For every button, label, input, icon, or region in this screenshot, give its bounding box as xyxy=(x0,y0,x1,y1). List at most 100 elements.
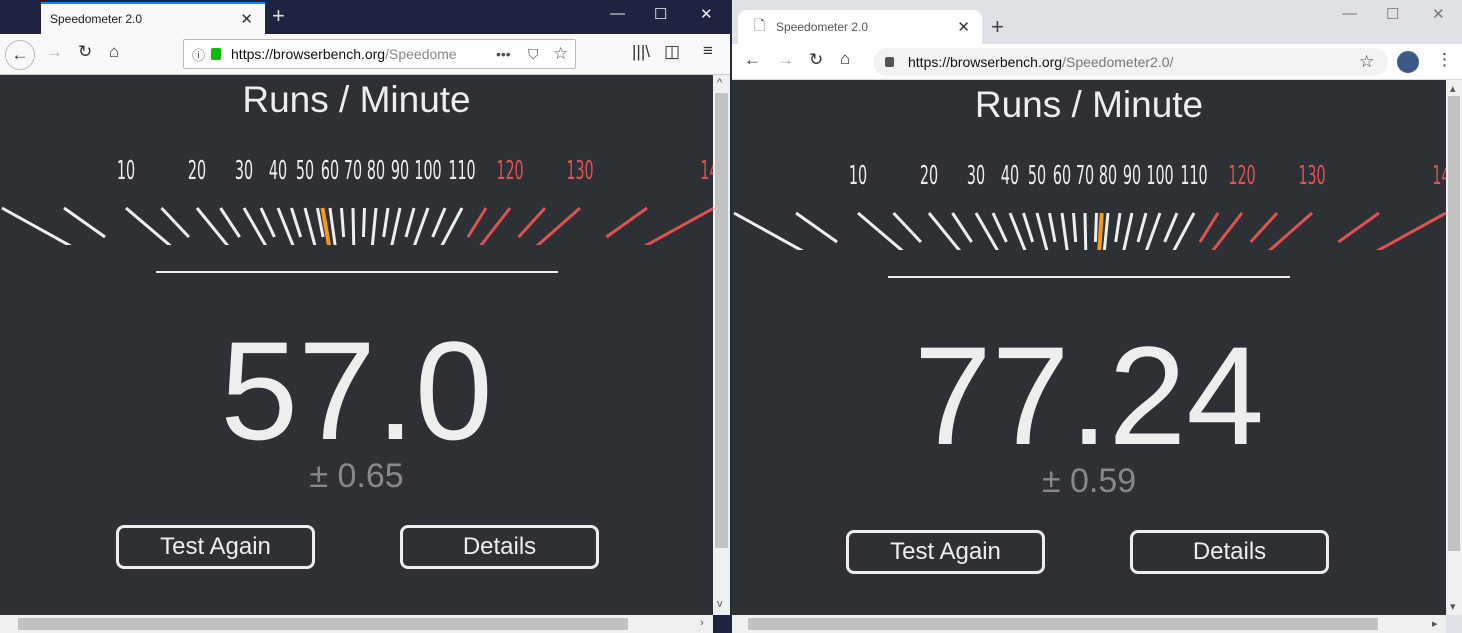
scroll-thumb[interactable] xyxy=(1448,96,1460,551)
gauge-minor-tick xyxy=(63,206,106,239)
sidebar-icon[interactable]: ◫ xyxy=(664,42,680,62)
gauge-major-tick xyxy=(195,207,230,245)
gauge-major-tick xyxy=(1211,212,1244,250)
tab-speedometer[interactable]: 🗋 Speedometer 2.0 ✕ xyxy=(738,10,982,44)
profile-avatar[interactable] xyxy=(1397,51,1419,73)
gauge-minor-tick xyxy=(1048,212,1057,243)
minimize-icon[interactable]: — xyxy=(1342,5,1357,22)
gauge-major-tick xyxy=(242,207,267,245)
close-window-icon[interactable]: ✕ xyxy=(700,5,713,23)
gauge-label: 20 xyxy=(920,160,938,190)
gauge-major-tick xyxy=(370,207,378,245)
gauge-major-tick xyxy=(535,206,581,245)
tab-bar: Speedometer 2.0 ✕ + — ☐ ✕ xyxy=(0,0,730,34)
scroll-thumb[interactable] xyxy=(18,618,628,630)
chrome-window: 🗋 Speedometer 2.0 ✕ + — ☐ ✕ ← → ↻ ⌂ https:… xyxy=(732,0,1462,633)
gauge-label: 70 xyxy=(1076,160,1094,190)
gauge-label: 120 xyxy=(496,155,523,185)
tab-title: Speedometer 2.0 xyxy=(50,12,143,26)
score-margin: ± 0.65 xyxy=(309,457,404,495)
vertical-scrollbar[interactable]: ▴ ▾ xyxy=(1446,80,1462,615)
test-again-button[interactable]: Test Again xyxy=(846,530,1045,574)
gauge-major-tick xyxy=(974,212,999,250)
gauge-label: 140 xyxy=(700,155,713,185)
gauge-label: 110 xyxy=(448,155,475,185)
gauge-label: 90 xyxy=(391,155,409,185)
vertical-scrollbar[interactable]: ^ v xyxy=(713,75,730,615)
maximize-icon[interactable]: ☐ xyxy=(654,5,667,23)
horizontal-scrollbar[interactable]: ▸ xyxy=(732,615,1446,633)
gauge-major-tick xyxy=(479,207,512,245)
reload-icon[interactable]: ↻ xyxy=(78,42,92,62)
test-again-button[interactable]: Test Again xyxy=(116,525,315,569)
back-icon[interactable]: ← xyxy=(744,50,761,70)
gauge-label: 100 xyxy=(1146,160,1173,190)
pocket-icon[interactable]: ⛉ xyxy=(528,46,539,63)
url-host: https://browserbench.org xyxy=(231,46,386,62)
close-tab-icon[interactable]: ✕ xyxy=(957,18,970,36)
tab-title: Speedometer 2.0 xyxy=(776,20,869,34)
gauge-minor-tick xyxy=(382,207,390,238)
horizontal-scrollbar[interactable]: › xyxy=(0,615,713,633)
home-icon[interactable]: ⌂ xyxy=(840,49,850,69)
forward-icon[interactable]: → xyxy=(46,42,63,62)
gauge-minor-tick xyxy=(160,206,190,239)
info-icon[interactable]: ⓘ xyxy=(192,45,205,64)
maximize-icon[interactable]: ☐ xyxy=(1386,5,1399,23)
menu-icon[interactable]: ⋮ xyxy=(1436,50,1453,70)
nav-bar: ← → ↻ ⌂ ⓘ https://browserbench.org/Speed… xyxy=(0,34,730,75)
gauge-label: 80 xyxy=(367,155,385,185)
close-window-icon[interactable]: ✕ xyxy=(1432,5,1445,23)
speed-gauge: 10 20 30 40 5060708090100 110 120 130 140 xyxy=(733,160,1446,250)
gauge-minor-tick xyxy=(259,207,276,238)
gauge-major-tick xyxy=(390,207,402,245)
gauge-major-tick xyxy=(1083,212,1088,250)
gauge-major-tick xyxy=(927,212,962,250)
gauge-major-tick xyxy=(1267,211,1313,250)
minimize-icon[interactable]: — xyxy=(610,5,625,22)
speed-gauge: 10 20 30 40 5060708090100 110 120 130 140 xyxy=(1,155,713,245)
new-tab-icon[interactable]: + xyxy=(272,3,285,29)
home-icon[interactable]: ⌂ xyxy=(109,42,119,62)
menu-icon[interactable]: ≡ xyxy=(703,41,713,61)
new-tab-icon[interactable]: + xyxy=(991,14,1004,40)
details-button[interactable]: Details xyxy=(400,525,599,569)
gauge-minor-tick xyxy=(361,207,366,238)
nav-bar: ← → ↻ ⌂ https://browserbench.org/Speedom… xyxy=(732,44,1462,80)
bookmark-star-icon[interactable]: ☆ xyxy=(1359,52,1374,72)
close-tab-icon[interactable]: ✕ xyxy=(240,10,253,28)
details-button[interactable]: Details xyxy=(1130,530,1329,574)
gauge-minor-tick xyxy=(605,206,648,239)
gauge-label: 40 xyxy=(1001,160,1019,190)
scroll-thumb[interactable] xyxy=(748,618,1378,630)
url-host: https://browserbench.org xyxy=(908,54,1063,70)
gauge-minor-tick xyxy=(1337,211,1380,244)
back-icon[interactable]: ← xyxy=(5,40,35,70)
gauge-label: 10 xyxy=(849,160,867,190)
divider xyxy=(888,276,1290,278)
gauge-minor-tick xyxy=(219,207,241,238)
gauge-minor-tick xyxy=(517,206,547,239)
library-icon[interactable]: |||\ xyxy=(632,42,650,62)
gauge-label: 60 xyxy=(1053,160,1071,190)
gauge-minor-tick xyxy=(431,207,447,238)
lock-icon xyxy=(211,48,222,60)
url-bar[interactable]: https://browserbench.org/Speedometer2.0/… xyxy=(873,48,1388,76)
gauge-label: 30 xyxy=(967,160,985,190)
lock-icon xyxy=(885,57,894,67)
score-value: 57.0 xyxy=(220,312,493,469)
bookmark-star-icon[interactable]: ☆ xyxy=(553,44,568,64)
gauge-minor-tick xyxy=(1198,212,1220,243)
gauge-minor-tick xyxy=(1136,212,1148,243)
forward-icon[interactable]: → xyxy=(777,50,794,70)
scroll-thumb[interactable] xyxy=(715,93,728,548)
gauge-minor-tick xyxy=(404,207,416,238)
gauge-minor-tick xyxy=(1022,212,1035,243)
tab-speedometer[interactable]: Speedometer 2.0 ✕ xyxy=(41,2,265,34)
gauge-label: 80 xyxy=(1099,160,1117,190)
more-icon[interactable]: ••• xyxy=(496,46,511,62)
url-bar[interactable]: ⓘ https://browserbench.org/Speedome ••• … xyxy=(183,39,576,69)
gauge-major-tick xyxy=(1122,212,1134,250)
reload-icon[interactable]: ↻ xyxy=(809,50,823,70)
score-value: 77.24 xyxy=(913,317,1265,474)
